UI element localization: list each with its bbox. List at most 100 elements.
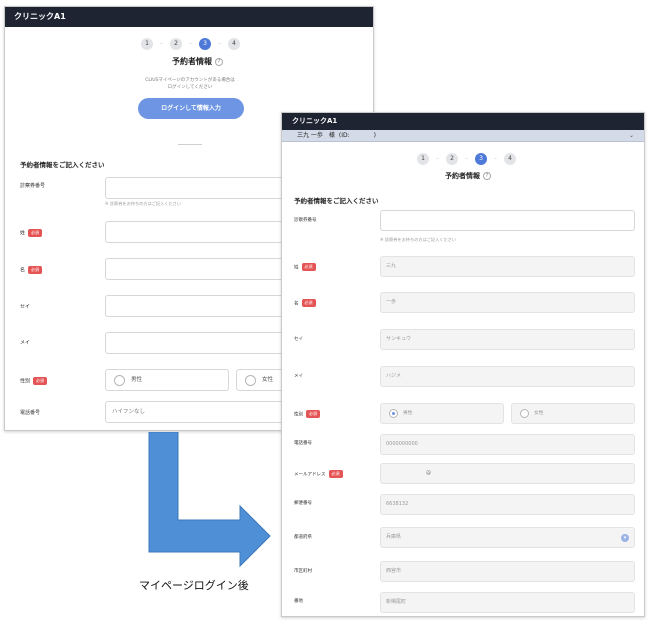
help-icon[interactable]: ? [483, 172, 491, 180]
gender-label-text: 性別 [294, 412, 303, 418]
last-name-kana-label: セイ [20, 304, 31, 310]
required-badge: 必須 [28, 229, 43, 237]
last-name-kana-value: サンキュウ [386, 336, 412, 342]
step-4: 4 [228, 38, 240, 50]
city-label: 市区町村 [294, 569, 312, 574]
last-name-input[interactable]: 三九 [380, 256, 635, 277]
section-title: 予約者情報をご記入ください [294, 197, 379, 205]
step-indicator: 1 – 2 – 3 – 4 [417, 153, 516, 165]
required-badge: 必須 [28, 266, 43, 274]
required-badge: 必須 [328, 470, 343, 478]
step-3-active: 3 [475, 153, 487, 165]
caption: マイページログイン後 [139, 579, 249, 592]
address-label: 番地 [294, 599, 303, 604]
step-separator: – [160, 41, 163, 47]
divider [178, 144, 202, 145]
gender-label: 性別 必須 [294, 410, 320, 418]
address-input[interactable]: 新鳴尾町 [380, 592, 635, 613]
first-name-label: 名必須 [294, 299, 316, 307]
user-bar[interactable]: 三九 一歩 様 (ID: ) ⌄ [282, 130, 644, 142]
required-badge: 必須 [301, 299, 316, 307]
phone-label: 電話番号 [20, 410, 41, 416]
gender-female-option[interactable]: 女性 [511, 403, 635, 424]
last-name-value: 三九 [386, 263, 397, 269]
last-name-label: 姓必須 [20, 229, 43, 237]
transition-arrow-icon [148, 432, 271, 568]
last-name-label: 姓必須 [294, 263, 316, 271]
last-name-kana-label: セイ [294, 337, 303, 342]
step-separator: – [465, 156, 468, 162]
radio-checked-icon [389, 409, 398, 418]
help-icon[interactable]: ? [215, 57, 223, 66]
step-separator: – [436, 156, 439, 162]
gender-label: 性別 必須 [20, 377, 48, 385]
postal-code-input[interactable]: 6638132 [380, 494, 635, 515]
radio-unchecked-icon [114, 375, 125, 386]
address-value: 新鳴尾町 [386, 599, 407, 605]
patient-number-input[interactable] [380, 210, 635, 231]
first-name-input[interactable]: 一歩 [380, 292, 635, 313]
phone-input[interactable]: 0000000000 [380, 434, 635, 455]
login-note-line1: CLIUSマイページのアカウントがある場合は [145, 78, 235, 83]
page-title: 予約者情報? [445, 171, 491, 181]
phone-placeholder: ハイフンなし [112, 409, 146, 415]
required-badge: 必須 [301, 263, 316, 271]
step-3-active: 3 [199, 38, 211, 50]
patient-number-hint: ※ 診察券をお持ちの方はご記入ください [105, 201, 182, 206]
email-label: メールアドレス 必須 [294, 470, 343, 478]
radio-unchecked-icon [520, 409, 529, 418]
gender-male-label: 男性 [131, 377, 143, 383]
gender-female-label: 女性 [262, 377, 274, 383]
city-input[interactable]: 西宮市 [380, 561, 635, 582]
email-at-sign: @ [426, 470, 431, 476]
first-name-kana-value: ハジメ [386, 373, 402, 379]
user-id: (ID: ) [338, 132, 377, 139]
app-title-bar: クリニックA1 [282, 113, 644, 130]
required-badge: 必須 [33, 377, 48, 385]
email-input[interactable]: @ [380, 463, 635, 484]
section-title: 予約者情報をご記入ください [20, 161, 105, 169]
page-title: 予約者情報? [172, 56, 223, 67]
step-separator: – [494, 156, 497, 162]
step-indicator: 1 – 2 – 3 – 4 [141, 38, 240, 50]
required-badge: 必須 [306, 410, 320, 418]
email-label-text: メールアドレス [294, 472, 326, 478]
page-title-text: 予約者情報 [445, 172, 480, 180]
prefecture-value: 兵庫県 [386, 534, 402, 540]
first-name-kana-label: メイ [20, 340, 31, 346]
last-name-label-text: 姓 [294, 265, 299, 271]
user-name: 三九 一歩 様 [297, 132, 335, 139]
chevron-down-icon: ▾ [621, 534, 629, 542]
page-title-text: 予約者情報 [172, 57, 212, 66]
postal-code-value: 6638132 [386, 501, 409, 507]
gender-female-label: 女性 [534, 411, 544, 416]
prefecture-select[interactable]: 兵庫県 ▾ [380, 527, 635, 548]
first-name-kana-label: メイ [294, 374, 303, 379]
gender-male-option[interactable]: 男性 [105, 369, 229, 391]
phone-value: 0000000000 [386, 441, 418, 447]
chevron-down-icon[interactable]: ⌄ [629, 130, 634, 142]
first-name-label-text: 名 [294, 301, 299, 307]
step-separator: – [189, 41, 192, 47]
patient-number-hint: ※ 診察券をお持ちの方はご記入ください [380, 237, 457, 242]
postal-code-label: 郵便番号 [294, 501, 312, 506]
step-2: 2 [170, 38, 182, 50]
login-button[interactable]: ログインして情報入力 [138, 98, 244, 119]
first-name-kana-input[interactable]: ハジメ [380, 366, 635, 387]
first-name-value: 一歩 [386, 299, 397, 305]
gender-label-text: 性別 [20, 378, 31, 385]
first-name-label: 名必須 [20, 266, 43, 274]
step-2: 2 [446, 153, 458, 165]
step-4: 4 [504, 153, 516, 165]
patient-number-label: 診察券番号 [20, 183, 46, 189]
last-name-kana-input[interactable]: サンキュウ [380, 329, 635, 350]
gender-male-option[interactable]: 男性 [380, 403, 504, 424]
patient-number-label: 診察券番号 [294, 218, 317, 223]
app-title-bar: クリニックA1 [5, 7, 373, 27]
login-note-line2: ログインしてください [167, 85, 213, 90]
gender-male-label: 男性 [403, 411, 413, 416]
phone-label: 電話番号 [294, 441, 312, 446]
step-1: 1 [417, 153, 429, 165]
step-separator: – [218, 41, 221, 47]
city-value: 西宮市 [386, 568, 402, 574]
